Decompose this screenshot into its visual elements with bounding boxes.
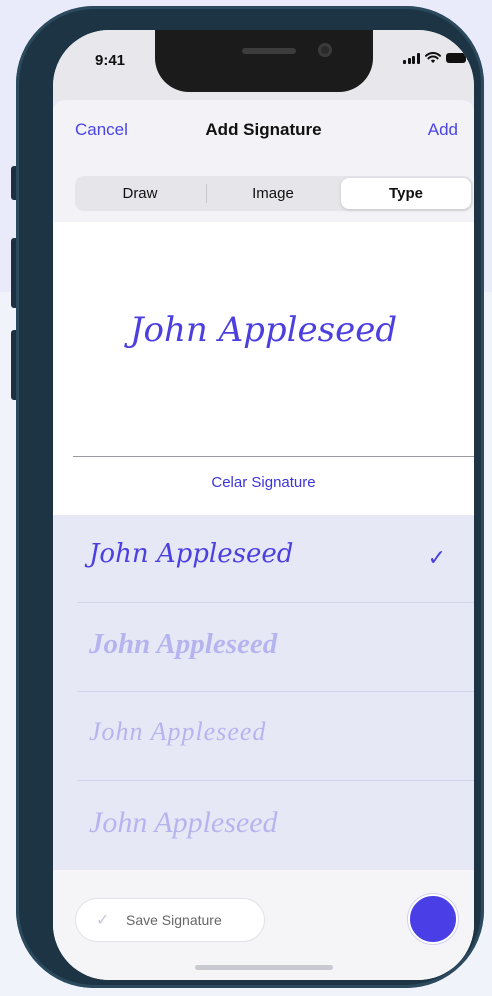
speaker-grille [242,48,296,54]
save-signature-toggle[interactable]: ✓ Save Signature [75,898,265,942]
style-option-text: John Appleseed [89,539,294,569]
add-button[interactable]: Add [428,120,458,140]
style-option-4[interactable]: John Appleseed [77,782,474,870]
check-icon: ✓ [96,912,110,929]
home-indicator [195,965,333,970]
style-option-1[interactable]: John Appleseed ✓ [77,515,474,603]
cellular-signal-icon [403,52,420,64]
row-separator [77,691,474,692]
ink-color-button[interactable] [408,894,458,944]
style-option-text: John Appleseed [89,628,278,660]
row-separator [77,780,474,781]
style-option-text: John Appleseed [89,717,267,746]
signature-baseline [73,456,474,457]
style-option-2[interactable]: John Appleseed [77,604,474,692]
signature-preview: John Appleseed [129,310,398,350]
row-separator [77,602,474,603]
checkmark-icon: ✓ [427,545,446,570]
notch [155,30,373,92]
signature-mode-segmented-control: Draw Image Type [75,176,473,211]
page-title: Add Signature [205,120,322,139]
status-time: 9:41 [95,52,126,69]
signature-style-list: John Appleseed ✓ John Appleseed John App… [53,515,474,870]
style-option-3[interactable]: John Appleseed [77,693,474,781]
front-camera [318,43,332,57]
battery-icon [445,53,469,63]
system-icons [403,52,469,64]
tab-type[interactable]: Type [341,178,471,209]
save-signature-label: Save Signature [126,912,222,928]
tab-draw[interactable]: Draw [75,176,205,211]
phone-screen: 9:41 Cancel Add Signature Add Draw Image… [53,30,474,980]
signature-preview-area[interactable]: John Appleseed Celar Signature [53,222,474,515]
phone-frame: 9:41 Cancel Add Signature Add Draw Image… [16,6,484,988]
status-bar: 9:41 [53,30,474,102]
style-option-text: John Appleseed [89,806,278,839]
navigation-bar: Cancel Add Signature Add [53,100,474,160]
bottom-toolbar: ✓ Save Signature [53,870,474,980]
wifi-icon [424,52,441,63]
tab-image[interactable]: Image [207,176,339,211]
clear-signature-button[interactable]: Celar Signature [53,474,474,491]
add-signature-sheet: Cancel Add Signature Add Draw Image Type… [53,100,474,980]
